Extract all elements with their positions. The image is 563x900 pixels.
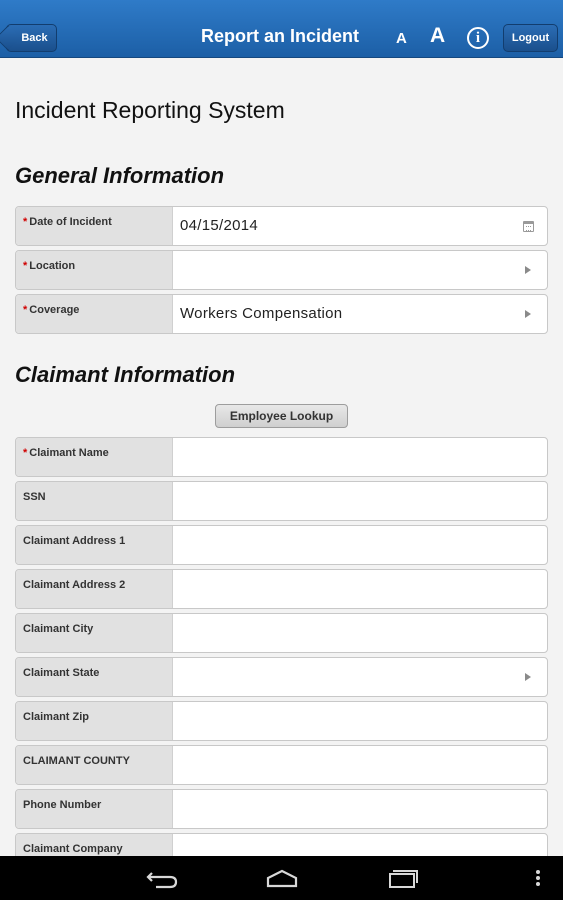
claimant-address-1-field[interactable]: Claimant Address 1 xyxy=(15,525,548,565)
info-icon[interactable]: i xyxy=(467,27,489,49)
claimant-zip-input[interactable] xyxy=(173,702,547,740)
recent-apps-icon[interactable] xyxy=(382,864,422,892)
required-marker: * xyxy=(23,216,28,228)
field-label: * Location xyxy=(16,251,173,289)
chevron-right-icon xyxy=(525,310,531,318)
field-label: Claimant State xyxy=(16,658,173,696)
claimant-name-input[interactable] xyxy=(173,438,547,476)
claimant-county-field[interactable]: CLAIMANT COUNTY xyxy=(15,745,548,785)
field-label: Claimant City xyxy=(16,614,173,652)
back-button[interactable]: Back xyxy=(6,24,57,52)
top-app-bar: Back Report an Incident A A i Logout xyxy=(0,0,563,58)
field-label: CLAIMANT COUNTY xyxy=(16,746,173,784)
phone-number-field[interactable]: Phone Number xyxy=(15,789,548,829)
required-marker: * xyxy=(23,304,28,316)
required-marker: * xyxy=(23,260,28,272)
font-size-increase-button[interactable]: A xyxy=(430,24,445,48)
phone-number-input[interactable] xyxy=(173,790,547,828)
chevron-right-icon xyxy=(525,673,531,681)
location-field[interactable]: * Location xyxy=(15,250,548,290)
field-label: * Claimant Name xyxy=(16,438,173,476)
location-value[interactable] xyxy=(173,251,547,289)
calendar-icon[interactable] xyxy=(523,221,534,232)
claimant-zip-field[interactable]: Claimant Zip xyxy=(15,701,548,741)
claimant-address-2-field[interactable]: Claimant Address 2 xyxy=(15,569,548,609)
field-label: Phone Number xyxy=(16,790,173,828)
back-button-label: Back xyxy=(21,32,48,44)
claimant-city-field[interactable]: Claimant City xyxy=(15,613,548,653)
employee-lookup-button[interactable]: Employee Lookup xyxy=(215,404,348,428)
coverage-field[interactable]: * Coverage Workers Compensation xyxy=(15,294,548,334)
claimant-name-field[interactable]: * Claimant Name xyxy=(15,437,548,477)
date-of-incident-value[interactable]: 04/15/2014 xyxy=(173,207,547,245)
field-label: * Date of Incident xyxy=(16,207,173,245)
claimant-city-input[interactable] xyxy=(173,614,547,652)
ssn-input[interactable] xyxy=(173,482,547,520)
field-label: Claimant Zip xyxy=(16,702,173,740)
field-label: Claimant Address 1 xyxy=(16,526,173,564)
field-label: * Coverage xyxy=(16,295,173,333)
claimant-state-select[interactable] xyxy=(173,658,547,696)
claimant-county-input[interactable] xyxy=(173,746,547,784)
back-icon[interactable] xyxy=(142,864,182,892)
system-navigation-bar xyxy=(0,856,563,900)
general-information-heading: General Information xyxy=(15,163,225,188)
ssn-field[interactable]: SSN xyxy=(15,481,548,521)
menu-icon[interactable] xyxy=(528,864,548,892)
page-header-title: Report an Incident xyxy=(200,26,359,46)
font-size-decrease-button[interactable]: A xyxy=(396,30,407,47)
field-label: SSN xyxy=(16,482,173,520)
coverage-value[interactable]: Workers Compensation xyxy=(173,295,547,333)
claimant-address-2-input[interactable] xyxy=(173,570,547,608)
date-of-incident-field[interactable]: * Date of Incident 04/15/2014 xyxy=(15,206,548,246)
claimant-address-1-input[interactable] xyxy=(173,526,547,564)
page-title: Incident Reporting System xyxy=(15,97,285,123)
field-label: Claimant Address 2 xyxy=(16,570,173,608)
required-marker: * xyxy=(23,447,28,459)
chevron-right-icon xyxy=(525,266,531,274)
claimant-information-heading: Claimant Information xyxy=(15,362,236,387)
home-icon[interactable] xyxy=(262,864,302,892)
claimant-state-field[interactable]: Claimant State xyxy=(15,657,548,697)
logout-button[interactable]: Logout xyxy=(503,24,558,52)
